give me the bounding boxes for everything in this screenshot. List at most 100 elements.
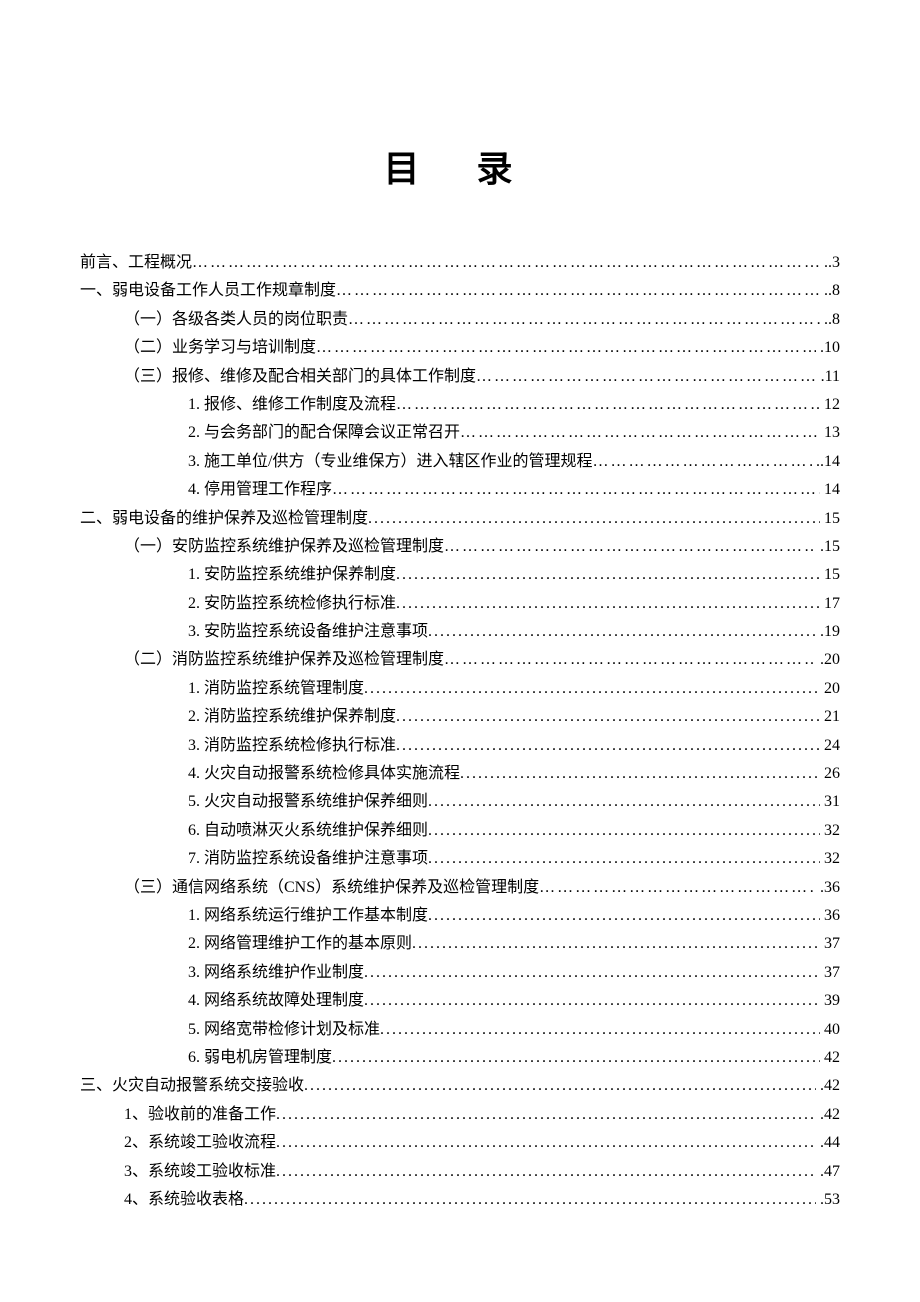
toc-entry-label: 5. 网络宽带检修计划及标准 bbox=[188, 1019, 380, 1041]
toc-entry-page: .42 bbox=[816, 1075, 840, 1097]
toc-leader: ........................................… bbox=[244, 1189, 816, 1211]
toc-entry: 3、系统竣工验收标准..............................… bbox=[80, 1161, 840, 1183]
toc-entry-label: 3. 安防监控系统设备维护注意事项 bbox=[188, 621, 428, 643]
toc-entry-page: 24 bbox=[820, 735, 840, 757]
toc-entry: 3. 安防监控系统设备维护注意事项.......................… bbox=[80, 621, 840, 643]
toc-entry-page: 20 bbox=[820, 678, 840, 700]
toc-entry-label: 1、验收前的准备工作 bbox=[124, 1104, 276, 1126]
toc-leader: ........................................… bbox=[364, 678, 820, 700]
toc-entry-label: 1. 消防监控系统管理制度 bbox=[188, 678, 364, 700]
toc-entry-page: .10 bbox=[816, 337, 840, 359]
toc-leader: ........................................… bbox=[428, 848, 820, 870]
toc-entry: 3. 施工单位/供方（专业维保方）进入辖区作业的管理规程………………………………… bbox=[80, 451, 840, 473]
toc-entry-page: 21 bbox=[820, 706, 840, 728]
toc-entry-label: 1. 安防监控系统维护保养制度 bbox=[188, 564, 396, 586]
toc-entry-page: 15 bbox=[820, 508, 840, 530]
toc-leader: ........................................… bbox=[364, 990, 820, 1012]
toc-entry: 4. 网络系统故障处理制度...........................… bbox=[80, 990, 840, 1012]
toc-entry-page: 32 bbox=[820, 848, 840, 870]
toc-entry-page: .19 bbox=[816, 621, 840, 643]
toc-leader: …………………………………………………………………………………………………………… bbox=[539, 877, 816, 899]
toc-entry-label: 7. 消防监控系统设备维护注意事项 bbox=[188, 848, 428, 870]
toc-entry-label: （二）消防监控系统维护保养及巡检管理制度 bbox=[124, 649, 444, 671]
toc-entry-page: 26 bbox=[820, 763, 840, 785]
toc-entry: 7. 消防监控系统设备维护注意事项.......................… bbox=[80, 848, 840, 870]
toc-leader: …………………………………………………………………………………………………………… bbox=[332, 479, 820, 501]
toc-entry-page: .20 bbox=[816, 649, 840, 671]
toc-leader: ........................................… bbox=[396, 706, 820, 728]
toc-leader: …………………………………………………………………………………………………………… bbox=[316, 337, 816, 359]
toc-entry-label: 4. 网络系统故障处理制度 bbox=[188, 990, 364, 1012]
toc-entry: 5. 网络宽带检修计划及标准..........................… bbox=[80, 1019, 840, 1041]
toc-entry-label: 3. 施工单位/供方（专业维保方）进入辖区作业的管理规程 bbox=[188, 451, 592, 473]
toc-entry: 4. 停用管理工作程序……………………………………………………………………………… bbox=[80, 479, 840, 501]
toc-leader: ........................................… bbox=[396, 735, 820, 757]
toc-entry: 2. 消防监控系统维护保养制度.........................… bbox=[80, 706, 840, 728]
toc-entry: 5. 火灾自动报警系统维护保养细则.......................… bbox=[80, 791, 840, 813]
toc-entry: 6. 弱电机房管理制度.............................… bbox=[80, 1047, 840, 1069]
toc-entry: 4、系统验收表格................................… bbox=[80, 1189, 840, 1211]
toc-entry-page: .47 bbox=[816, 1161, 840, 1183]
toc-entry: 一、弱电设备工作人员工作规章制度………………………………………………………………… bbox=[80, 280, 840, 302]
toc-entry-label: 4、系统验收表格 bbox=[124, 1189, 244, 1211]
toc-entry: （三）报修、维修及配合相关部门的具体工作制度………………………………………………… bbox=[80, 366, 840, 388]
toc-entry: 2. 安防监控系统检修执行标准.........................… bbox=[80, 593, 840, 615]
toc-leader: …………………………………………………………………………………………………………… bbox=[476, 366, 817, 388]
toc-entry: （二）消防监控系统维护保养及巡检管理制度……………………………………………………… bbox=[80, 649, 840, 671]
toc-entry-label: 4. 火灾自动报警系统检修具体实施流程 bbox=[188, 763, 460, 785]
toc-entry-label: 一、弱电设备工作人员工作规章制度 bbox=[80, 280, 336, 302]
toc-entry-page: 37 bbox=[820, 962, 840, 984]
toc-entry-page: 39 bbox=[820, 990, 840, 1012]
toc-leader: …………………………………………………………………………………………………………… bbox=[460, 422, 820, 444]
toc-leader: ........................................… bbox=[428, 791, 820, 813]
toc-entry-label: 2、系统竣工验收流程 bbox=[124, 1132, 276, 1154]
toc-entry-page: 14 bbox=[820, 479, 840, 501]
toc-leader: ........................................… bbox=[412, 933, 820, 955]
toc-entry-label: 2. 与会务部门的配合保障会议正常召开 bbox=[188, 422, 460, 444]
toc-entry-label: 2. 网络管理维护工作的基本原则 bbox=[188, 933, 412, 955]
toc-leader: ........................................… bbox=[304, 1075, 816, 1097]
toc-entry: 2. 与会务部门的配合保障会议正常召开………………………………………………………… bbox=[80, 422, 840, 444]
toc-entry: 4. 火灾自动报警系统检修具体实施流程.....................… bbox=[80, 763, 840, 785]
toc-entry: （一）安防监控系统维护保养及巡检管理制度……………………………………………………… bbox=[80, 536, 840, 558]
toc-entry-page: 15 bbox=[820, 564, 840, 586]
toc-entry-label: 前言、工程概况 bbox=[80, 252, 192, 274]
toc-leader: …………………………………………………………………………………………………………… bbox=[396, 394, 820, 416]
toc-entry-page: 13 bbox=[820, 422, 840, 444]
toc-entry: 3. 消防监控系统检修执行标准.........................… bbox=[80, 735, 840, 757]
toc-entry: （二）业务学习与培训制度…………………………………………………………………………… bbox=[80, 337, 840, 359]
toc-entry-label: 1. 网络系统运行维护工作基本制度 bbox=[188, 905, 428, 927]
toc-leader: ........................................… bbox=[276, 1161, 816, 1183]
toc-entry-page: .53 bbox=[816, 1189, 840, 1211]
toc-entry-label: 三、火灾自动报警系统交接验收 bbox=[80, 1075, 304, 1097]
toc-entry: 1. 报修、维修工作制度及流程…………………………………………………………………… bbox=[80, 394, 840, 416]
toc-entry-label: （一）安防监控系统维护保养及巡检管理制度 bbox=[124, 536, 444, 558]
toc-leader: ........................................… bbox=[332, 1047, 820, 1069]
toc-entry: 6. 自动喷淋灭火系统维护保养细则.......................… bbox=[80, 820, 840, 842]
toc-entry-label: 2. 消防监控系统维护保养制度 bbox=[188, 706, 396, 728]
toc-entry-label: 3、系统竣工验收标准 bbox=[124, 1161, 276, 1183]
toc-entry: 2、系统竣工验收流程..............................… bbox=[80, 1132, 840, 1154]
toc-entry-page: 12 bbox=[820, 394, 840, 416]
toc-entry-label: 6. 自动喷淋灭火系统维护保养细则 bbox=[188, 820, 428, 842]
toc-entry-page: 32 bbox=[820, 820, 840, 842]
toc-leader: ........................................… bbox=[396, 564, 820, 586]
toc-entry: 前言、工程概况………………………………………………………………………………………… bbox=[80, 252, 840, 274]
toc-entry: 二、弱电设备的维护保养及巡检管理制度......................… bbox=[80, 508, 840, 530]
toc-entry-page: .44 bbox=[816, 1132, 840, 1154]
toc-entry-page: ..3 bbox=[820, 252, 840, 274]
toc-leader: …………………………………………………………………………………………………………… bbox=[348, 309, 820, 331]
toc-entry: 1. 网络系统运行维护工作基本制度.......................… bbox=[80, 905, 840, 927]
toc-entry-page: .42 bbox=[816, 1104, 840, 1126]
toc-leader: ........................................… bbox=[428, 820, 820, 842]
toc-entry: 1. 安防监控系统维护保养制度.........................… bbox=[80, 564, 840, 586]
toc-entry-page: .11 bbox=[817, 366, 840, 388]
toc-leader: ........................................… bbox=[364, 962, 820, 984]
toc-entry-label: 4. 停用管理工作程序 bbox=[188, 479, 332, 501]
toc-leader: …………………………………………………………………………………………………………… bbox=[192, 252, 820, 274]
toc-entry-label: （三）报修、维修及配合相关部门的具体工作制度 bbox=[124, 366, 476, 388]
toc-entry-page: 31 bbox=[820, 791, 840, 813]
toc-entry: （三）通信网络系统（CNS）系统维护保养及巡检管理制度…………………………………… bbox=[80, 877, 840, 899]
toc-leader: …………………………………………………………………………………………………………… bbox=[592, 451, 812, 473]
toc-entry-label: 1. 报修、维修工作制度及流程 bbox=[188, 394, 396, 416]
